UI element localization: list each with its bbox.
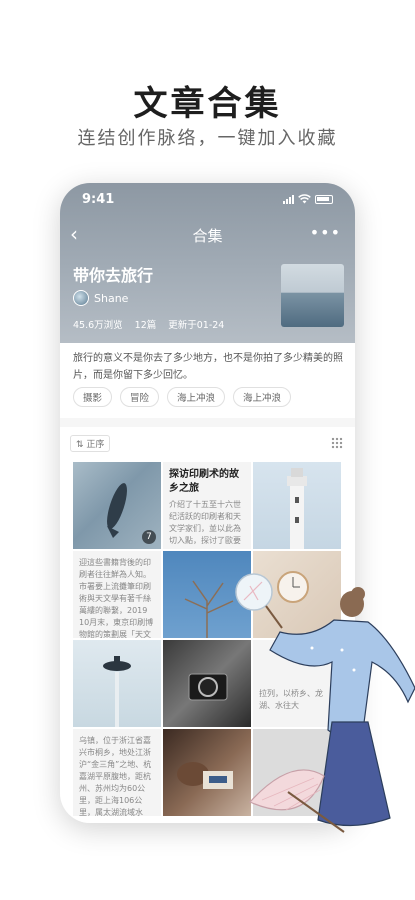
article-thumb-seal[interactable]: 7 <box>73 462 161 549</box>
article-excerpt: 介绍了十五至十六世纪活跃的印刷者和天文学家们，並以此為切入點，探讨了歐要 <box>169 500 241 545</box>
collection-cover-image <box>281 264 344 327</box>
tag-chip[interactable]: 海上冲浪 <box>167 387 226 407</box>
promo-subtitle: 连结创作脉络，一键加入收藏 <box>77 128 338 149</box>
article-thumb-tower[interactable] <box>73 640 161 727</box>
article-excerpt: 迎這些書籍背後的印刷者往往鮮為人知。市署要上流攤筆印刷術與天文學有著千絲萬縷的聯… <box>79 558 154 638</box>
avatar[interactable] <box>73 290 89 306</box>
more-options-icon[interactable]: ••• <box>310 223 341 242</box>
battery-icon <box>315 195 333 204</box>
article-card[interactable]: 探访印刷术的故乡之旅 介绍了十五至十六世纪活跃的印刷者和天文学家们，並以此為切入… <box>163 462 251 549</box>
lighthouse-image <box>287 468 307 549</box>
wifi-icon <box>298 194 311 204</box>
promo-title: 文章合集 <box>133 84 282 124</box>
sort-label: 正序 <box>86 440 105 450</box>
intro-text: 旅行的意义不是你去了多少地方，也不是你拍了多少精美的照片，而是你留下多少回忆。 <box>73 353 343 381</box>
tag-chip[interactable]: 冒险 <box>120 387 160 407</box>
sort-order-button[interactable]: ⇅ 正序 <box>70 435 111 452</box>
collection-header: 9:41 ‹ 合集 ••• 带你去旅行 Shane 45.6万浏览 12篇 更新… <box>60 183 355 343</box>
article-thumb-lighthouse[interactable] <box>253 462 341 549</box>
updated-date: 更新于01-24 <box>168 320 225 331</box>
image-count-badge: 7 <box>142 530 156 544</box>
author-name[interactable]: Shane <box>94 292 128 305</box>
hanfu-girl-illustration <box>235 573 415 833</box>
cellular-signal-icon <box>283 195 294 204</box>
tag-chip[interactable]: 摄影 <box>73 387 113 407</box>
article-card[interactable]: 乌镇，位于浙江省嘉兴市桐乡，地处江浙沪“金三角”之地、杭嘉湖平原腹地，距杭州、苏… <box>73 729 161 816</box>
collection-title: 带你去旅行 <box>73 266 154 285</box>
views-count: 45.6万浏览 <box>73 320 123 331</box>
author-row[interactable]: Shane <box>73 290 128 306</box>
article-card[interactable]: 迎這些書籍背後的印刷者往往鮮為人知。市署要上流攤筆印刷術與天文學有著千絲萬縷的聯… <box>73 551 161 638</box>
tag-list: 摄影 冒险 海上冲浪 海上冲浪 <box>73 387 292 407</box>
grid-view-icon[interactable] <box>331 437 343 449</box>
status-time: 9:41 <box>82 192 115 207</box>
status-icons <box>283 194 333 204</box>
article-title: 探访印刷术的故乡之旅 <box>169 469 239 494</box>
article-excerpt: 乌镇，位于浙江省嘉兴市桐乡，地处江浙沪“金三角”之地、杭嘉湖平原腹地，距杭州、苏… <box>79 736 152 816</box>
tag-chip[interactable]: 海上冲浪 <box>233 387 292 407</box>
fan-icon <box>235 573 283 629</box>
article-count: 12篇 <box>134 320 157 331</box>
collection-intro: 旅行的意义不是你去了多少地方，也不是你拍了多少精美的照片，而是你留下多少回忆。 … <box>60 343 355 418</box>
tower-image <box>103 656 131 727</box>
collection-stats: 45.6万浏览 12篇 更新于01-24 <box>73 317 224 331</box>
